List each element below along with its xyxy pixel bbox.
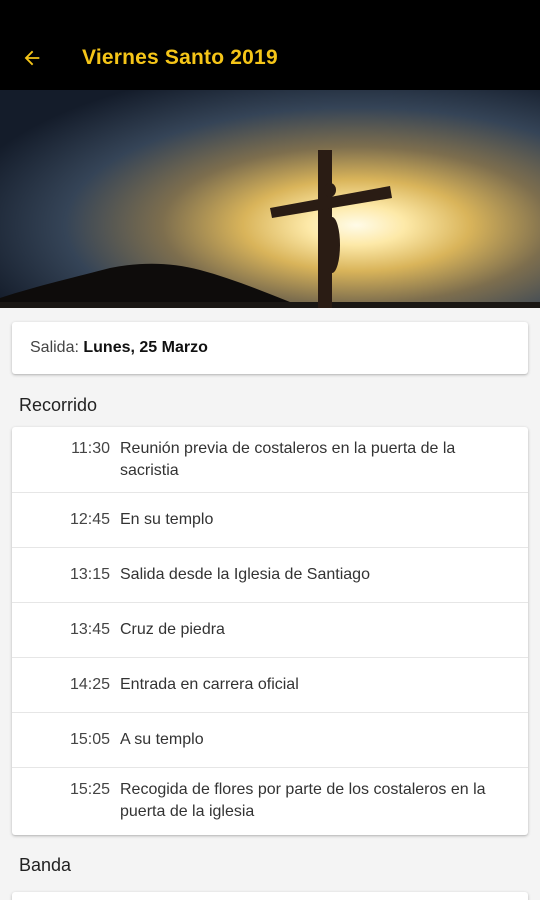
route-list: 11:30 Reunión previa de costaleros en la… bbox=[12, 427, 528, 835]
route-description: A su templo bbox=[120, 731, 204, 748]
route-description: Recogida de flores por parte de los cost… bbox=[120, 781, 486, 820]
route-description: Salida desde la Iglesia de Santiago bbox=[120, 566, 370, 583]
departure-label: Salida: bbox=[30, 339, 84, 356]
route-description: Entrada en carrera oficial bbox=[120, 676, 299, 693]
route-time: 13:45 bbox=[69, 621, 110, 638]
route-time: 15:25 bbox=[69, 781, 110, 798]
route-time: 15:05 bbox=[69, 731, 110, 748]
route-description: En su templo bbox=[120, 511, 214, 528]
hero-image bbox=[0, 90, 540, 308]
app-bar: Viernes Santo 2019 bbox=[0, 0, 540, 90]
route-item: 12:45 En su templo bbox=[12, 493, 528, 548]
band-card bbox=[12, 892, 528, 900]
route-item: 13:45 Cruz de piedra bbox=[12, 603, 528, 658]
arrow-left-icon bbox=[24, 50, 40, 66]
band-section-title: Banda bbox=[19, 855, 72, 875]
route-description: Cruz de piedra bbox=[120, 621, 225, 638]
back-button[interactable] bbox=[14, 40, 50, 76]
route-time: 14:25 bbox=[69, 676, 110, 693]
route-time: 11:30 bbox=[71, 440, 110, 457]
route-item: 11:30 Reunión previa de costaleros en la… bbox=[12, 427, 528, 493]
page-title: Viernes Santo 2019 bbox=[82, 46, 278, 69]
route-item: 14:25 Entrada en carrera oficial bbox=[12, 658, 528, 713]
route-section-title: Recorrido bbox=[19, 395, 98, 415]
departure-date: Lunes, 25 Marzo bbox=[83, 339, 208, 356]
route-item: 15:25 Recogida de flores por parte de lo… bbox=[12, 768, 528, 835]
route-item: 15:05 A su templo bbox=[12, 713, 528, 768]
departure-card: Salida: Lunes, 25 Marzo bbox=[12, 322, 528, 374]
route-description: Reunión previa de costaleros en la puert… bbox=[120, 440, 456, 479]
route-time: 12:45 bbox=[69, 511, 110, 528]
route-time: 13:15 bbox=[69, 566, 110, 583]
route-item: 13:15 Salida desde la Iglesia de Santiag… bbox=[12, 548, 528, 603]
